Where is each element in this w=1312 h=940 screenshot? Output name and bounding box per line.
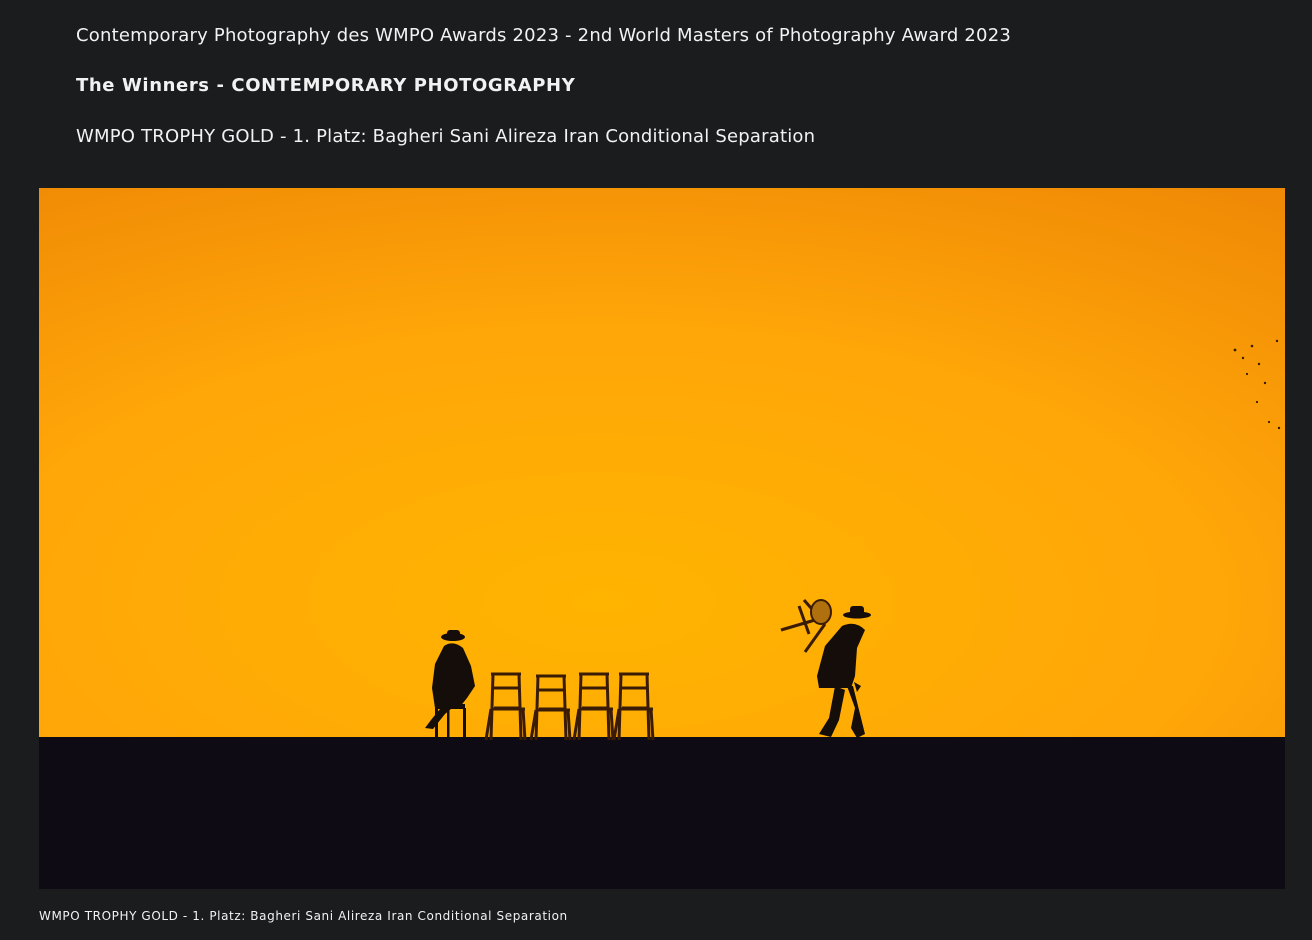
winners-title: The Winners - CONTEMPORARY PHOTOGRAPHY <box>76 75 576 96</box>
trophy-line: WMPO TROPHY GOLD - 1. Platz: Bagheri San… <box>76 126 816 147</box>
winning-photo-image <box>39 188 1285 889</box>
page-heading: Contemporary Photography des WMPO Awards… <box>76 25 1012 46</box>
winning-photo[interactable] <box>39 188 1285 889</box>
article-intro: Contemporary Photography des WMPO Awards… <box>76 24 1256 149</box>
ground <box>39 737 1285 889</box>
page: Contemporary Photography des WMPO Awards… <box>0 0 1312 940</box>
photo-caption: WMPO TROPHY GOLD - 1. Platz: Bagheri San… <box>39 909 568 923</box>
sky <box>39 188 1285 740</box>
